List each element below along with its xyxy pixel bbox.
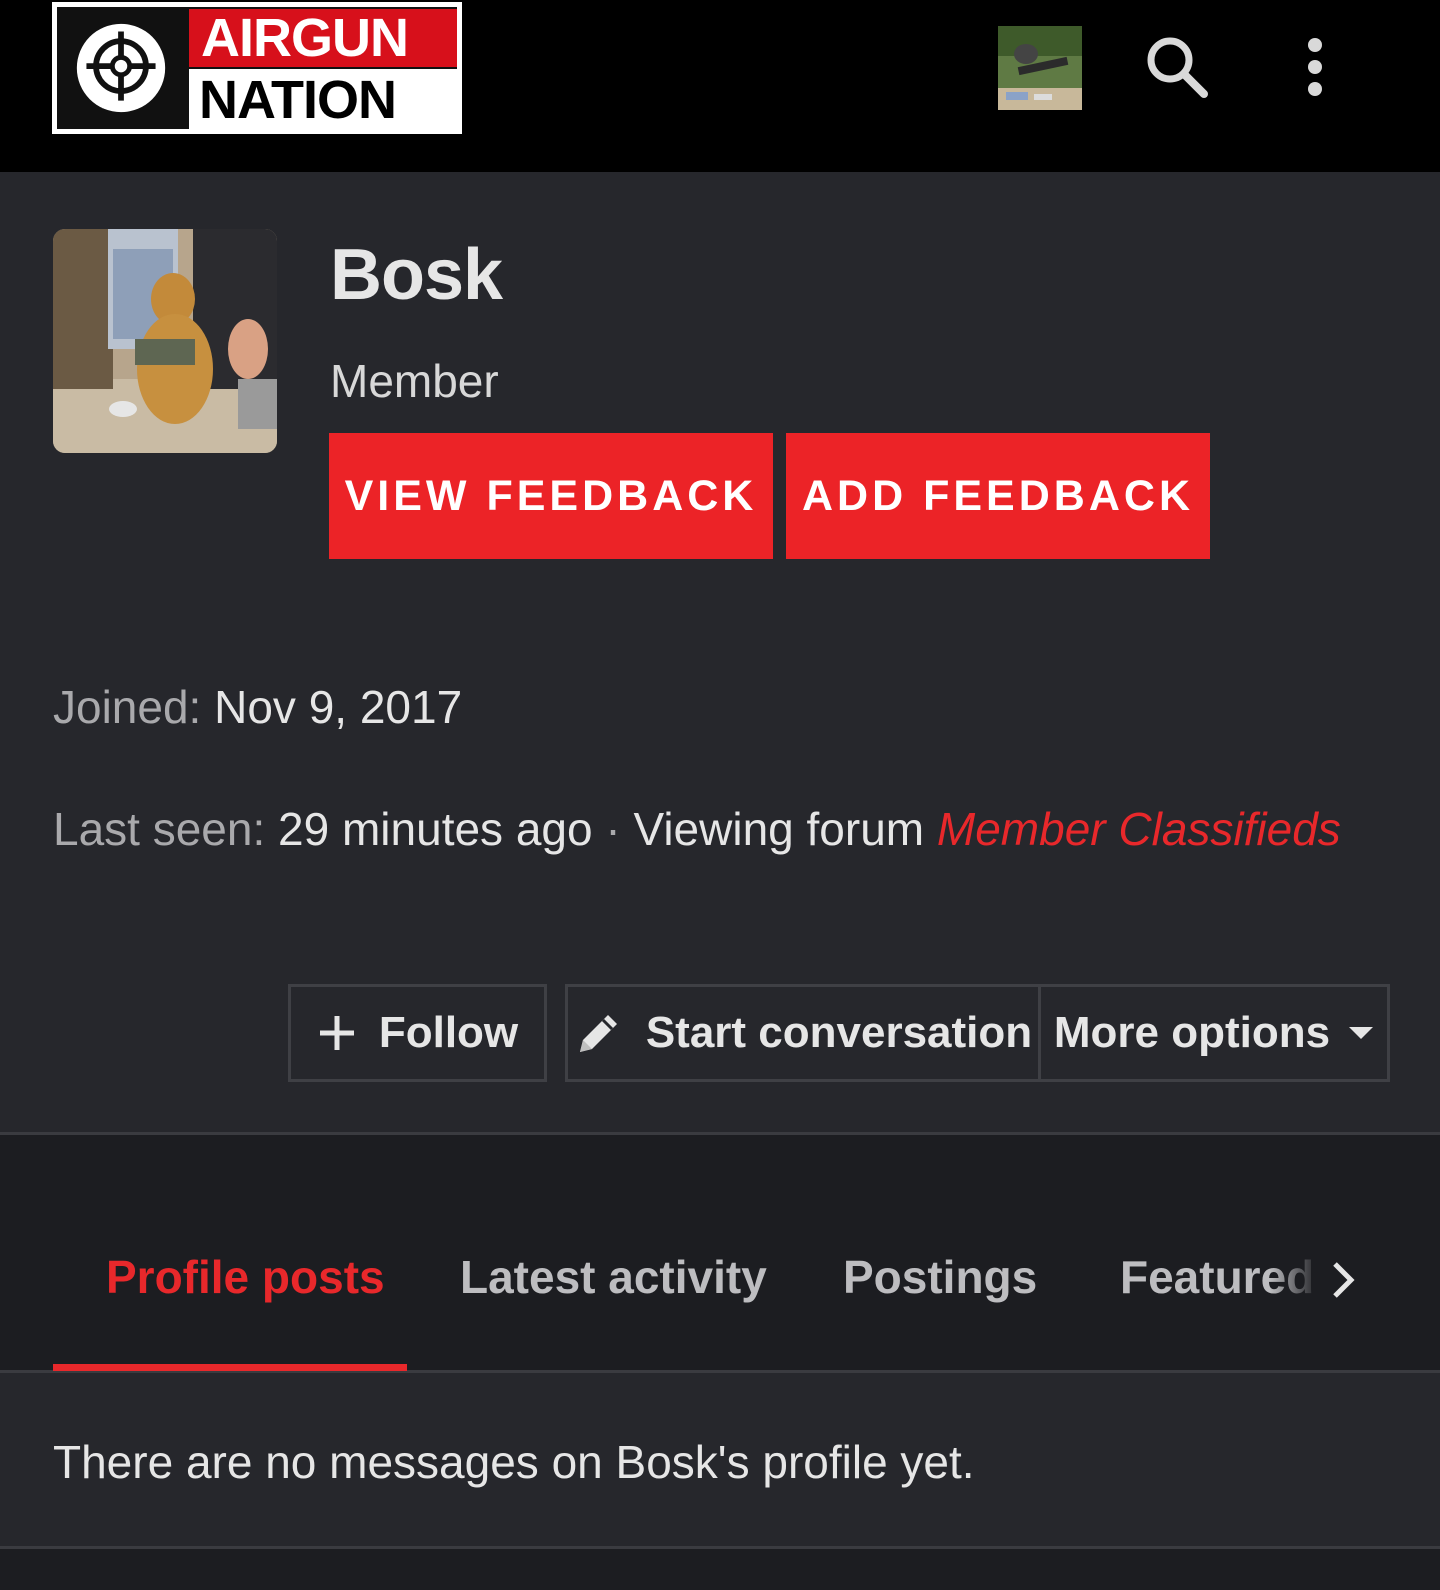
tab-postings[interactable]: Postings: [843, 1250, 1037, 1304]
profile-header: Bosk Member VIEW FEEDBACK ADD FEEDBACK: [0, 172, 1440, 610]
profile-avatar[interactable]: [53, 229, 277, 453]
caret-down-icon: [1348, 1025, 1374, 1041]
profile-role: Member: [330, 355, 499, 407]
logo-inner: AIRGUN NATION: [57, 7, 457, 131]
top-navigation-bar: AIRGUN NATION: [0, 0, 1440, 172]
current-user-avatar[interactable]: [998, 26, 1082, 110]
search-button[interactable]: [1140, 30, 1214, 104]
tab-profile-posts[interactable]: Profile posts: [106, 1250, 385, 1304]
forum-link[interactable]: Member Classifieds: [937, 803, 1341, 855]
last-seen-row: Last seen: 29 minutes ago · Viewing foru…: [53, 788, 1393, 870]
view-feedback-button[interactable]: VIEW FEEDBACK: [329, 433, 773, 559]
add-feedback-button[interactable]: ADD FEEDBACK: [786, 433, 1210, 559]
tab-latest-activity[interactable]: Latest activity: [460, 1250, 767, 1304]
last-seen-value: 29 minutes ago: [278, 803, 593, 855]
profile-info: Joined: Nov 9, 2017 Last seen: 29 minute…: [0, 610, 1440, 1135]
start-conversation-button[interactable]: Start conversation: [565, 984, 1041, 1082]
separator-dot: ·: [605, 803, 621, 855]
follow-button[interactable]: Follow: [288, 984, 547, 1082]
tabs-scroll-right-button[interactable]: [1323, 1250, 1363, 1310]
start-conversation-label: Start conversation: [645, 1008, 1033, 1057]
viewing-text: Viewing forum: [633, 803, 925, 855]
profile-posts-panel: There are no messages on Bosk's profile …: [0, 1373, 1440, 1549]
profile-username: Bosk: [330, 235, 503, 315]
site-logo[interactable]: AIRGUN NATION: [52, 2, 462, 134]
more-options-button[interactable]: More options: [1038, 984, 1390, 1082]
joined-date: Nov 9, 2017: [214, 681, 463, 733]
joined-row: Joined: Nov 9, 2017: [53, 680, 462, 734]
logo-wordmark: AIRGUN NATION: [185, 7, 457, 131]
crosshair-icon: [57, 7, 185, 129]
logo-line-airgun: AIRGUN: [189, 9, 457, 67]
follow-label: Follow: [378, 1008, 519, 1057]
plus-icon: [317, 1013, 357, 1053]
logo-line-nation: NATION: [189, 69, 457, 131]
search-icon: [1147, 37, 1208, 98]
more-menu-button[interactable]: [1290, 30, 1340, 104]
tab-featured-content[interactable]: Featured content: [1120, 1250, 1320, 1304]
last-seen-label: Last seen:: [53, 803, 266, 855]
chevron-right-icon: [1333, 1262, 1355, 1298]
page-bottom-strip: [0, 1549, 1440, 1590]
profile-tabs: Profile posts Latest activity Postings F…: [0, 1138, 1440, 1373]
joined-label: Joined:: [53, 681, 202, 733]
more-vertical-icon: [1308, 38, 1322, 96]
pencil-icon: [574, 1008, 624, 1058]
more-options-label: More options: [1053, 1008, 1331, 1057]
active-tab-indicator: [53, 1364, 407, 1371]
empty-profile-posts-message: There are no messages on Bosk's profile …: [53, 1436, 975, 1488]
